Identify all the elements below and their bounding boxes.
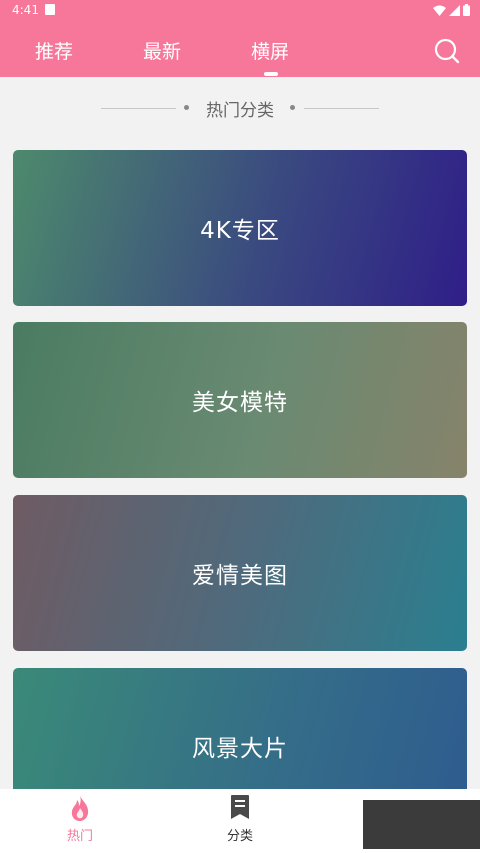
search-icon — [434, 38, 460, 64]
bookmark-list-icon — [231, 795, 249, 819]
category-label: 4K专区 — [200, 218, 280, 244]
search-button[interactable] — [433, 37, 461, 65]
section-title: 热门分类 — [206, 101, 274, 121]
bottom-nav-hot[interactable]: 热门 — [40, 794, 120, 844]
signal-icon — [449, 4, 460, 16]
active-tab-indicator — [264, 72, 278, 76]
dot-right — [290, 105, 295, 110]
status-bar: 4:41 — [0, 0, 480, 22]
tab-landscape[interactable]: 横屏 — [251, 37, 289, 64]
status-icons — [433, 4, 470, 16]
bottom-nav-label: 分类 — [226, 829, 253, 844]
divider-left — [101, 108, 176, 109]
divider-right — [304, 108, 379, 109]
status-time: 4:41 — [12, 3, 39, 17]
section-header: 热门分类 — [0, 95, 480, 121]
tab-recommend[interactable]: 推荐 — [35, 37, 73, 64]
category-label: 美女模特 — [192, 390, 288, 416]
category-label: 爱情美图 — [192, 563, 288, 589]
wifi-icon — [433, 5, 446, 16]
tab-latest[interactable]: 最新 — [143, 37, 181, 64]
category-card-4k[interactable]: 4K专区 — [13, 150, 467, 306]
flame-icon — [71, 795, 89, 821]
ad-banner[interactable] — [363, 800, 480, 849]
bottom-nav: 热门 分类 — [0, 789, 480, 853]
notification-icon — [45, 4, 55, 15]
bottom-nav-label: 热门 — [66, 829, 93, 844]
battery-icon — [463, 4, 470, 16]
dot-left — [184, 105, 189, 110]
bottom-nav-category[interactable]: 分类 — [200, 794, 280, 844]
category-card-models[interactable]: 美女模特 — [13, 322, 467, 478]
top-header: 推荐 最新 横屏 — [0, 22, 480, 77]
category-label: 风景大片 — [192, 736, 288, 762]
category-card-romance[interactable]: 爱情美图 — [13, 495, 467, 651]
